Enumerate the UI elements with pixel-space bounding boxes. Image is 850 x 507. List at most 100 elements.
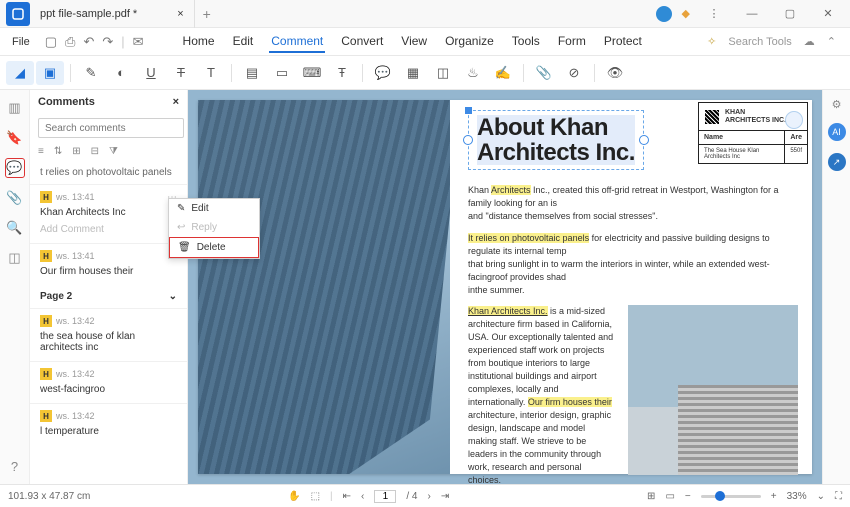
page-hero-image	[198, 100, 450, 474]
app-icon[interactable]	[6, 2, 30, 26]
close-panel-icon[interactable]: ×	[173, 96, 179, 108]
more-icon[interactable]: ⋮	[700, 7, 728, 20]
titlebar: ppt file-sample.pdf * × + ◆ ⋮ — ▢ ✕	[0, 0, 850, 28]
tab-edit[interactable]: Edit	[231, 31, 256, 53]
tab-view[interactable]: View	[399, 31, 429, 53]
first-page-icon[interactable]: ⇤	[343, 491, 351, 502]
comment-item[interactable]: H ws. 13:41 ⋯ Khan Architects Inc Add Co…	[30, 184, 187, 243]
maximize-button[interactable]: ▢	[776, 7, 804, 20]
document-tab[interactable]: ppt file-sample.pdf * ×	[30, 0, 195, 28]
redo-icon[interactable]: ↷	[102, 34, 113, 50]
next-page-icon[interactable]: ›	[427, 491, 430, 502]
print-icon[interactable]: ⎙	[65, 34, 75, 50]
close-window-button[interactable]: ✕	[814, 7, 842, 20]
ai-badge-icon[interactable]	[785, 111, 803, 129]
user-avatar[interactable]	[656, 6, 672, 22]
stamp-tool[interactable]: ♨	[459, 61, 487, 85]
sliders-icon[interactable]: ⚙	[832, 98, 842, 111]
fit-page-icon[interactable]: ▭	[665, 491, 674, 502]
zoom-in-icon[interactable]: +	[771, 491, 777, 502]
select-tool-icon[interactable]: ⬚	[311, 491, 320, 502]
diamond-icon[interactable]: ◆	[682, 7, 690, 20]
search-tools-input[interactable]: Search Tools	[728, 36, 791, 48]
sort-icon[interactable]: ≡	[38, 146, 44, 157]
layers-icon[interactable]: ◫	[5, 248, 25, 268]
attachment-tool[interactable]: 📎	[530, 61, 558, 85]
attachments-icon[interactable]: 📎	[5, 188, 25, 208]
add-comment-input[interactable]: Add Comment	[30, 222, 187, 239]
zoom-out-icon[interactable]: −	[685, 491, 691, 502]
hide-comments-tool[interactable]: 👁	[601, 61, 629, 85]
zoom-dropdown-icon[interactable]: ⌄	[817, 491, 825, 502]
hand-tool-icon[interactable]: ✋	[288, 491, 300, 502]
page-input[interactable]	[374, 490, 396, 503]
search-rail-icon[interactable]: 🔍	[5, 218, 25, 238]
measure-tool[interactable]: ◫	[429, 61, 457, 85]
logo-mark-icon	[705, 110, 719, 124]
comment-item[interactable]: H ws. 13:42 west-facingroo	[30, 361, 187, 403]
search-comments-input[interactable]	[38, 118, 184, 138]
highlight-badge-icon: H	[40, 410, 52, 422]
comment-bubble-tool[interactable]: 💬	[369, 61, 397, 85]
tab-protect[interactable]: Protect	[602, 31, 644, 53]
comment-text: l temperature	[30, 424, 187, 441]
tab-convert[interactable]: Convert	[339, 31, 385, 53]
link-tool[interactable]: ⊘	[560, 61, 588, 85]
close-tab-icon[interactable]: ×	[177, 8, 183, 20]
page-separator[interactable]: Page 2 ⌄	[30, 285, 187, 308]
zoom-slider[interactable]	[701, 495, 761, 498]
tab-organize[interactable]: Organize	[443, 31, 496, 53]
callout-tool[interactable]: ▭	[268, 61, 296, 85]
shapes-tool[interactable]: ▦	[399, 61, 427, 85]
document-viewport[interactable]: About Khan Architects Inc. Khan Architec…	[188, 90, 822, 484]
share-button[interactable]: ↗	[828, 153, 846, 171]
context-edit[interactable]: ✎ Edit	[169, 199, 259, 218]
tab-form[interactable]: Form	[556, 31, 588, 53]
fullscreen-icon[interactable]: ⛶	[835, 491, 842, 502]
minimize-button[interactable]: —	[738, 8, 766, 20]
bookmark-icon[interactable]: 🔖	[5, 128, 25, 148]
fit-width-icon[interactable]: ⊞	[647, 491, 655, 502]
pencil-icon: ✎	[177, 203, 185, 214]
note-tool[interactable]: ▤	[238, 61, 266, 85]
expand-icon[interactable]: ⊞	[72, 146, 80, 157]
filter-icon[interactable]: ⧩	[109, 146, 118, 157]
comment-item[interactable]: H ws. 13:42 the sea house of klan archit…	[30, 308, 187, 361]
help-icon[interactable]: ?	[5, 456, 25, 476]
wand-icon[interactable]: ✧	[707, 35, 716, 48]
correction-tool[interactable]: Ŧ	[328, 61, 356, 85]
tab-tools[interactable]: Tools	[510, 31, 542, 53]
comment-item[interactable]: H ws. 13:41 Our firm houses their	[30, 243, 187, 285]
underline-tool[interactable]: U	[137, 61, 165, 85]
menubar: File ▢ ⎙ ↶ ↷ | ✉ Home Edit Comment Conve…	[0, 28, 850, 56]
eraser-tool[interactable]: ◐	[107, 61, 135, 85]
collapse-icon[interactable]: ⊟	[91, 146, 99, 157]
reply-icon: ↩	[177, 222, 185, 233]
pencil-tool[interactable]: ✎	[77, 61, 105, 85]
text-callout-tool[interactable]: ⌨	[298, 61, 326, 85]
selected-title-box[interactable]: About Khan Architects Inc.	[468, 110, 644, 170]
prev-page-icon[interactable]: ‹	[361, 491, 364, 502]
ai-button[interactable]: AI	[828, 123, 846, 141]
email-icon[interactable]: ✉	[133, 34, 144, 50]
cloud-icon[interactable]: ☁	[804, 35, 815, 48]
highlighter-tool[interactable]: ◢	[6, 61, 34, 85]
undo-icon[interactable]: ↶	[83, 34, 94, 50]
context-delete[interactable]: 🗑 Delete	[169, 237, 259, 258]
new-tab-button[interactable]: +	[195, 6, 219, 22]
chevron-up-icon[interactable]: ⌃	[827, 35, 836, 48]
file-menu[interactable]: File	[4, 36, 38, 48]
tab-comment[interactable]: Comment	[269, 31, 325, 53]
last-page-icon[interactable]: ⇥	[441, 491, 449, 502]
signature-tool[interactable]: ✍	[489, 61, 517, 85]
save-icon[interactable]: ▢	[45, 34, 57, 50]
comments-rail-icon[interactable]: 💬	[5, 158, 25, 178]
thumbnails-icon[interactable]: ▥	[5, 98, 25, 118]
right-rail: ⚙ AI ↗	[822, 90, 850, 484]
textbox-tool[interactable]: T	[197, 61, 225, 85]
comment-item[interactable]: H ws. 13:42 l temperature	[30, 403, 187, 445]
area-highlight-tool[interactable]: ▣	[36, 61, 64, 85]
tab-home[interactable]: Home	[181, 31, 217, 53]
sort-asc-icon[interactable]: ⇅	[54, 146, 62, 157]
strikethrough-tool[interactable]: T	[167, 61, 195, 85]
